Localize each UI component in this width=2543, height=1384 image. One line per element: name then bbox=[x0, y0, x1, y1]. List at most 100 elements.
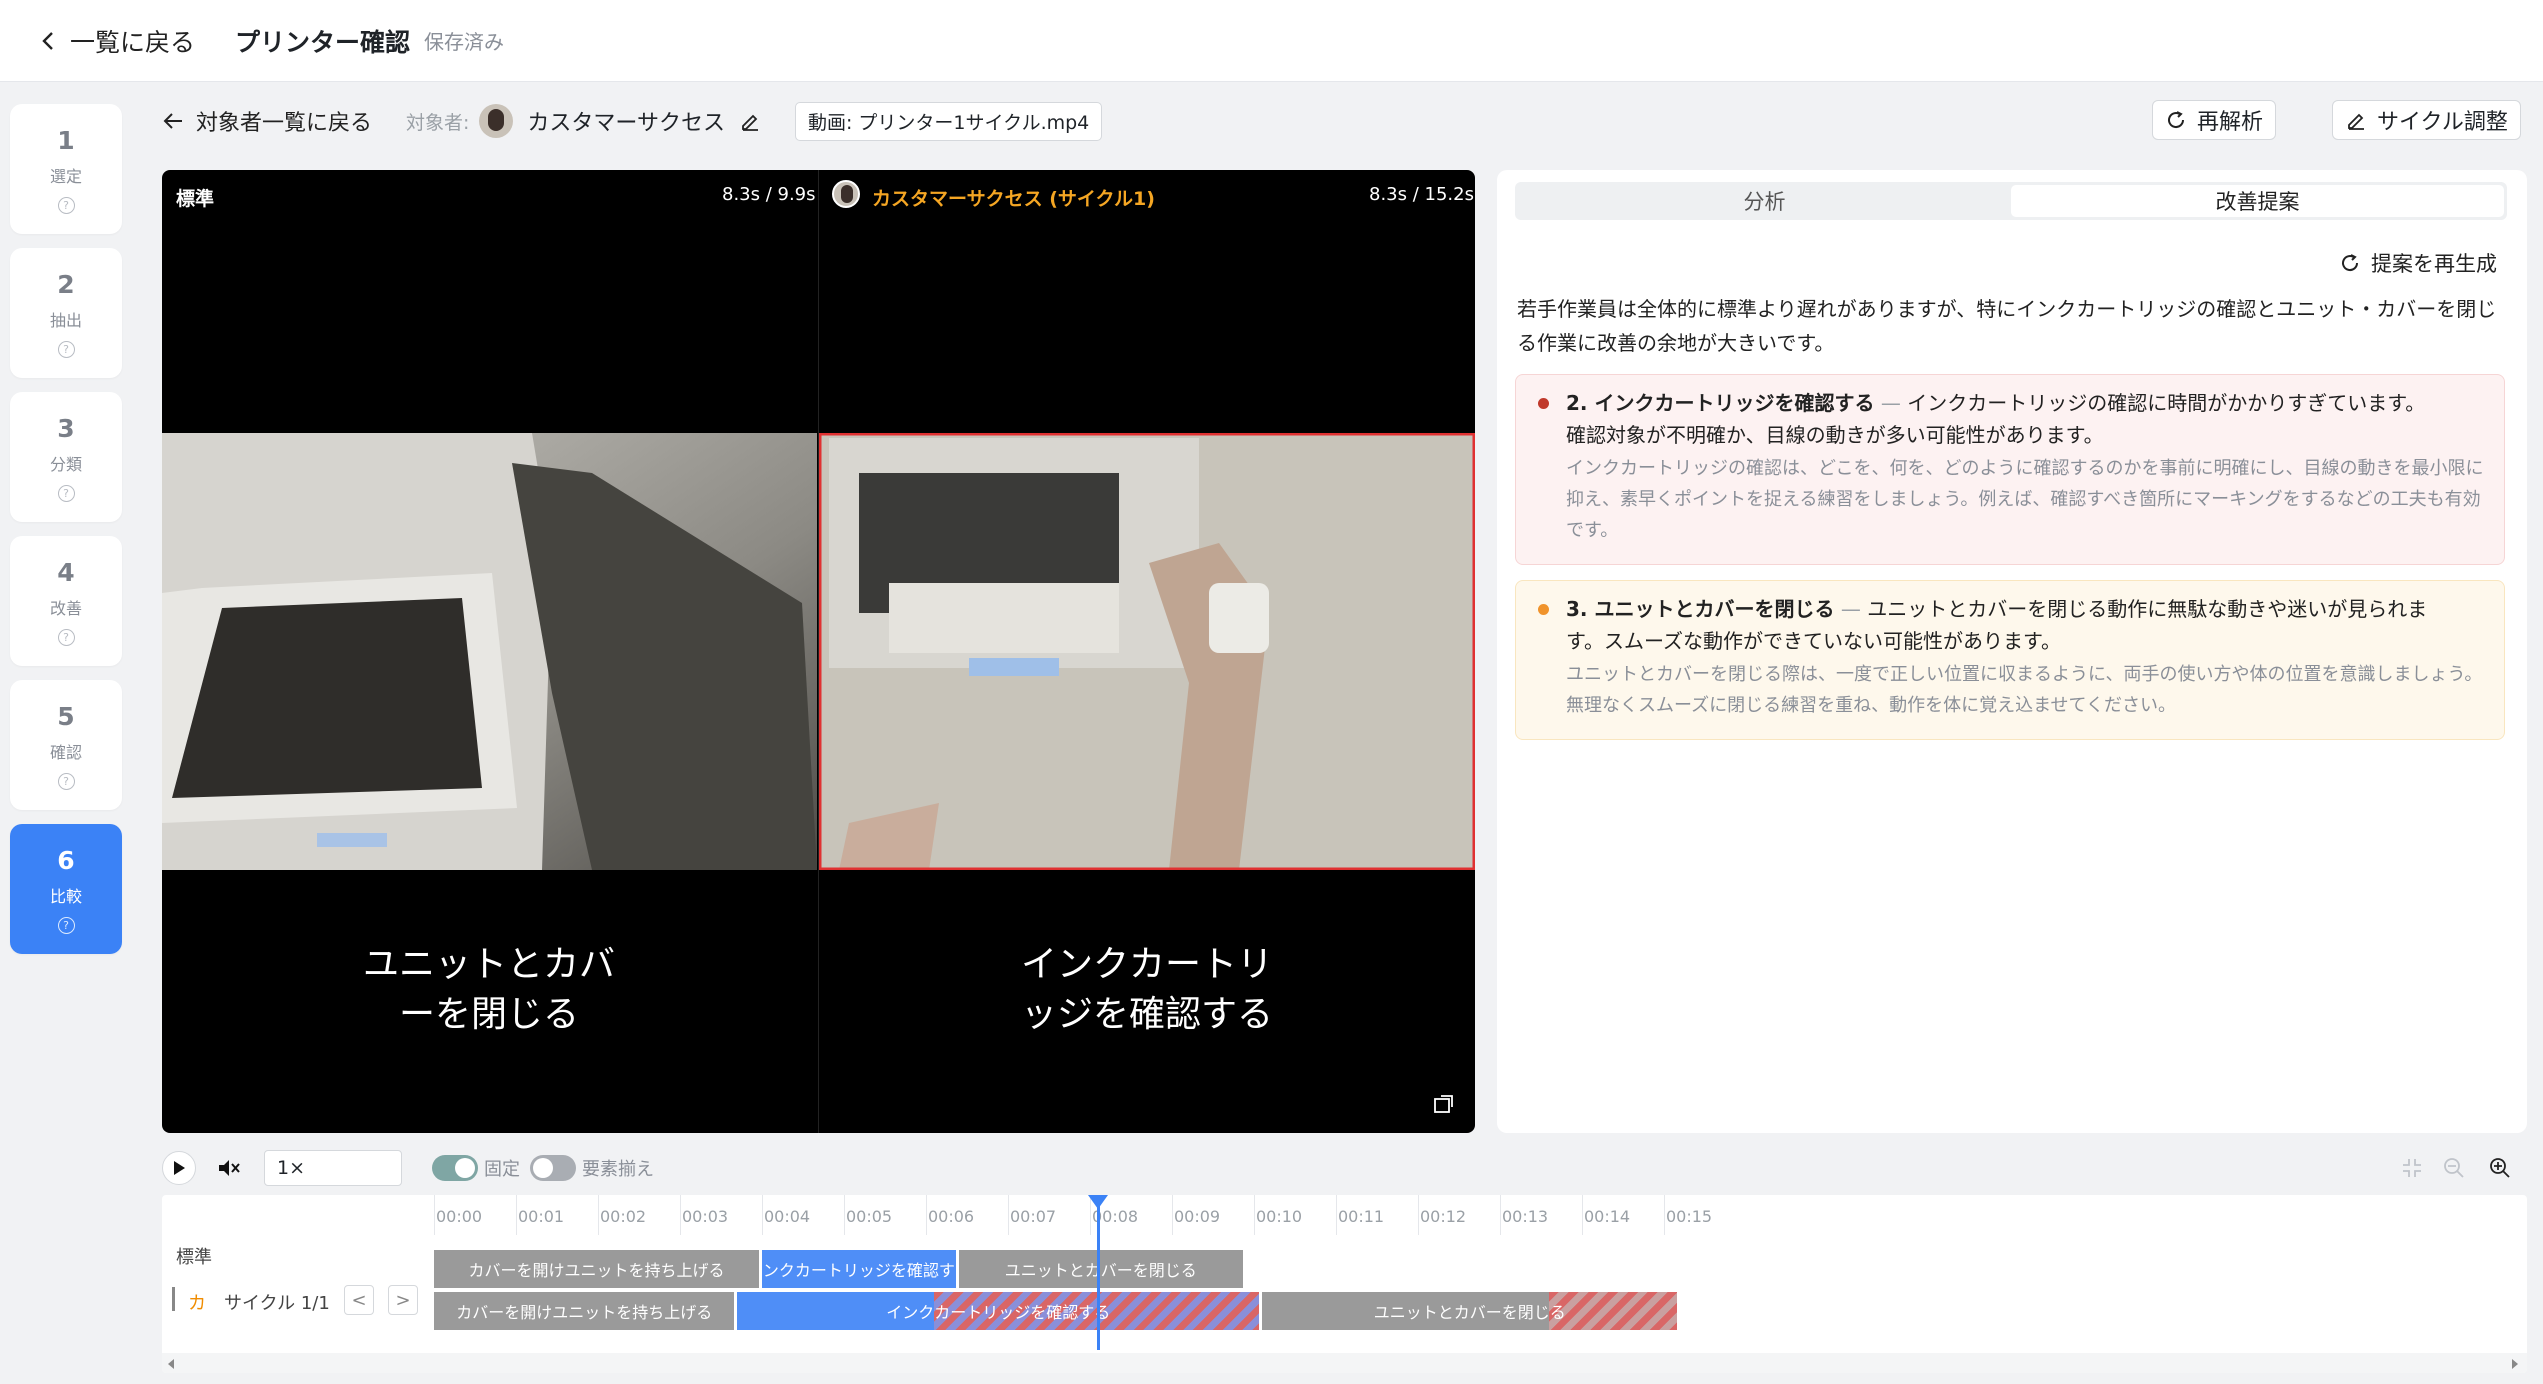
segment-label: ユニットとカバーを閉じる bbox=[1373, 1303, 1566, 1322]
suggestion-panel: 分析 改善提案 提案を再生成 若手作業員は全体的に標準より遅れがありますが、特に… bbox=[1497, 170, 2527, 1133]
playhead[interactable] bbox=[1097, 1195, 1101, 1350]
help-icon[interactable]: ? bbox=[57, 629, 75, 646]
regenerate-button[interactable]: 提案を再生成 bbox=[2339, 248, 2497, 278]
align-label: 要素揃え bbox=[582, 1159, 654, 1180]
prev-cycle-button[interactable]: < bbox=[344, 1285, 374, 1315]
suggestion-title: 2. インクカートリッジを確認する bbox=[1566, 391, 1875, 415]
next-cycle-button[interactable]: > bbox=[388, 1285, 418, 1315]
step-sidebar: 1 選定? 2 抽出? 3 分類? 4 改善? 5 確認? 6 比較? bbox=[10, 104, 122, 968]
tick-label: 00:02 bbox=[600, 1207, 647, 1226]
tick-line bbox=[434, 1195, 435, 1235]
overrun-hatch bbox=[1549, 1292, 1678, 1330]
refresh-icon bbox=[2168, 111, 2185, 129]
scroll-right-icon[interactable] bbox=[2510, 1358, 2520, 1370]
tick-label: 00:07 bbox=[1010, 1207, 1057, 1226]
back-to-targets-link[interactable]: 対象者一覧に戻る bbox=[162, 105, 372, 137]
caption-line: ッジを確認する bbox=[1020, 994, 1273, 1035]
mute-icon[interactable] bbox=[216, 1156, 242, 1180]
playback-controls: 1× 固定 要素揃え bbox=[162, 1148, 2527, 1188]
pencil-icon[interactable] bbox=[739, 110, 761, 132]
cycle-adjust-button[interactable]: サイクル調整 bbox=[2332, 100, 2521, 140]
step-number: 5 bbox=[57, 702, 75, 731]
step-5[interactable]: 5 確認? bbox=[10, 680, 122, 810]
tick-label: 00:04 bbox=[764, 1207, 811, 1226]
tick-line bbox=[926, 1195, 927, 1235]
top-bar: 一覧に戻る プリンター確認 保存済み bbox=[0, 0, 2543, 82]
timeline-segment[interactable]: カバーを開けユニットを持ち上げる bbox=[434, 1250, 759, 1288]
picture-in-picture-icon[interactable] bbox=[1432, 1092, 1456, 1116]
align-elements-toggle[interactable]: 要素揃え bbox=[530, 1155, 654, 1181]
timeline-segment[interactable]: インクカートリッジを確認する bbox=[737, 1292, 1260, 1330]
row-prefix: カ bbox=[188, 1293, 206, 1314]
suggestion-card: 2. インクカートリッジを確認する — インクカートリッジの確認に時間がかかりす… bbox=[1515, 374, 2505, 565]
step-3[interactable]: 3 分類? bbox=[10, 392, 122, 522]
step-6[interactable]: 6 比較? bbox=[10, 824, 122, 954]
reanalyze-label: 再解析 bbox=[2197, 110, 2264, 135]
tab-analysis[interactable]: 分析 bbox=[1518, 185, 2011, 217]
tick-label: 00:14 bbox=[1584, 1207, 1631, 1226]
back-to-list-link[interactable]: 一覧に戻る bbox=[40, 23, 195, 59]
tick-label: 00:00 bbox=[436, 1207, 483, 1226]
scroll-left-icon[interactable] bbox=[166, 1358, 176, 1370]
suggestion-heading: 3. ユニットとカバーを閉じる — ユニットとカバーを閉じる動作に無駄な動きや迷… bbox=[1566, 593, 2484, 657]
step-label: 選定 bbox=[49, 167, 82, 186]
horizontal-scrollbar[interactable] bbox=[162, 1353, 2527, 1373]
toggle-switch[interactable] bbox=[432, 1155, 478, 1181]
help-icon[interactable]: ? bbox=[57, 917, 75, 934]
segment-label: カバーを開けユニットを持ち上げる bbox=[456, 1303, 713, 1322]
left-video-label: 標準 bbox=[176, 188, 215, 210]
suggestion-issue: インクカートリッジの確認に時間がかかりすぎています。 bbox=[1907, 391, 2426, 415]
tick-line bbox=[1418, 1195, 1419, 1235]
suggestion-issue: ユニットとカバーを閉じる動作に無駄な動きや迷いが見られま bbox=[1867, 597, 2428, 621]
help-icon[interactable]: ? bbox=[57, 773, 75, 790]
timeline-segment[interactable]: インクカートリッジを確認する bbox=[762, 1250, 956, 1288]
right-video-time: 8.3s / 15.2s bbox=[1369, 184, 1474, 205]
tick-label: 00:06 bbox=[928, 1207, 975, 1226]
fixed-toggle[interactable]: 固定 bbox=[432, 1155, 520, 1181]
tick-line bbox=[1336, 1195, 1337, 1235]
refresh-icon bbox=[2342, 254, 2359, 272]
tick-label: 00:15 bbox=[1666, 1207, 1713, 1226]
step-number: 4 bbox=[57, 558, 75, 587]
step-4[interactable]: 4 改善? bbox=[10, 536, 122, 666]
row-label-standard: 標準 bbox=[176, 1247, 212, 1268]
segment-label: ユニットとカバーを閉じる bbox=[1004, 1261, 1197, 1280]
speed-input[interactable]: 1× bbox=[264, 1150, 402, 1186]
tick-line bbox=[844, 1195, 845, 1235]
segment-label: インクカートリッジを確認する bbox=[762, 1261, 956, 1280]
zoom-out-icon[interactable] bbox=[2442, 1156, 2466, 1180]
step-1[interactable]: 1 選定? bbox=[10, 104, 122, 234]
video-compare-player[interactable]: 標準 8.3s / 9.9s カスタマーサクセス (サイクル1) 8.3s / … bbox=[162, 170, 1475, 1133]
timeline-segment[interactable]: カバーを開けユニットを持ち上げる bbox=[434, 1292, 735, 1330]
save-status: 保存済み bbox=[424, 30, 505, 54]
timeline[interactable]: 00:00 00:01 00:02 00:03 00:04 00:05 00:06 00:07… bbox=[162, 1195, 2527, 1373]
zoom-in-icon[interactable] bbox=[2488, 1156, 2512, 1180]
step-number: 2 bbox=[57, 270, 75, 299]
caption-line: ーを閉じる bbox=[398, 994, 579, 1035]
shrink-icon[interactable] bbox=[2400, 1156, 2424, 1180]
arrow-left-icon bbox=[163, 113, 182, 129]
play-button[interactable] bbox=[162, 1151, 196, 1185]
help-icon[interactable]: ? bbox=[57, 341, 75, 358]
playhead-handle-icon[interactable] bbox=[1088, 1195, 1109, 1209]
pencil-icon bbox=[2348, 113, 2364, 130]
help-icon[interactable]: ? bbox=[57, 197, 75, 214]
target-name: カスタマーサクセス bbox=[527, 111, 725, 136]
drag-handle[interactable] bbox=[172, 1287, 175, 1311]
tick-label: 00:11 bbox=[1338, 1207, 1385, 1226]
timeline-segment[interactable]: ユニットとカバーを閉じる bbox=[1262, 1292, 1678, 1330]
step-label: 比較 bbox=[49, 887, 82, 906]
toggle-switch[interactable] bbox=[530, 1155, 576, 1181]
tick-line bbox=[1664, 1195, 1665, 1235]
reanalyze-button[interactable]: 再解析 bbox=[2152, 100, 2277, 140]
tick-label: 00:13 bbox=[1502, 1207, 1549, 1226]
severity-dot bbox=[1538, 398, 1549, 409]
target-prefix: 対象者: bbox=[406, 111, 470, 134]
tab-improvement[interactable]: 改善提案 bbox=[2011, 185, 2504, 217]
tick-label: 00:03 bbox=[682, 1207, 729, 1226]
play-icon bbox=[174, 1161, 185, 1175]
help-icon[interactable]: ? bbox=[57, 485, 75, 502]
timeline-segment[interactable]: ユニットとカバーを閉じる bbox=[958, 1250, 1243, 1288]
step-label: 確認 bbox=[49, 743, 82, 762]
step-2[interactable]: 2 抽出? bbox=[10, 248, 122, 378]
